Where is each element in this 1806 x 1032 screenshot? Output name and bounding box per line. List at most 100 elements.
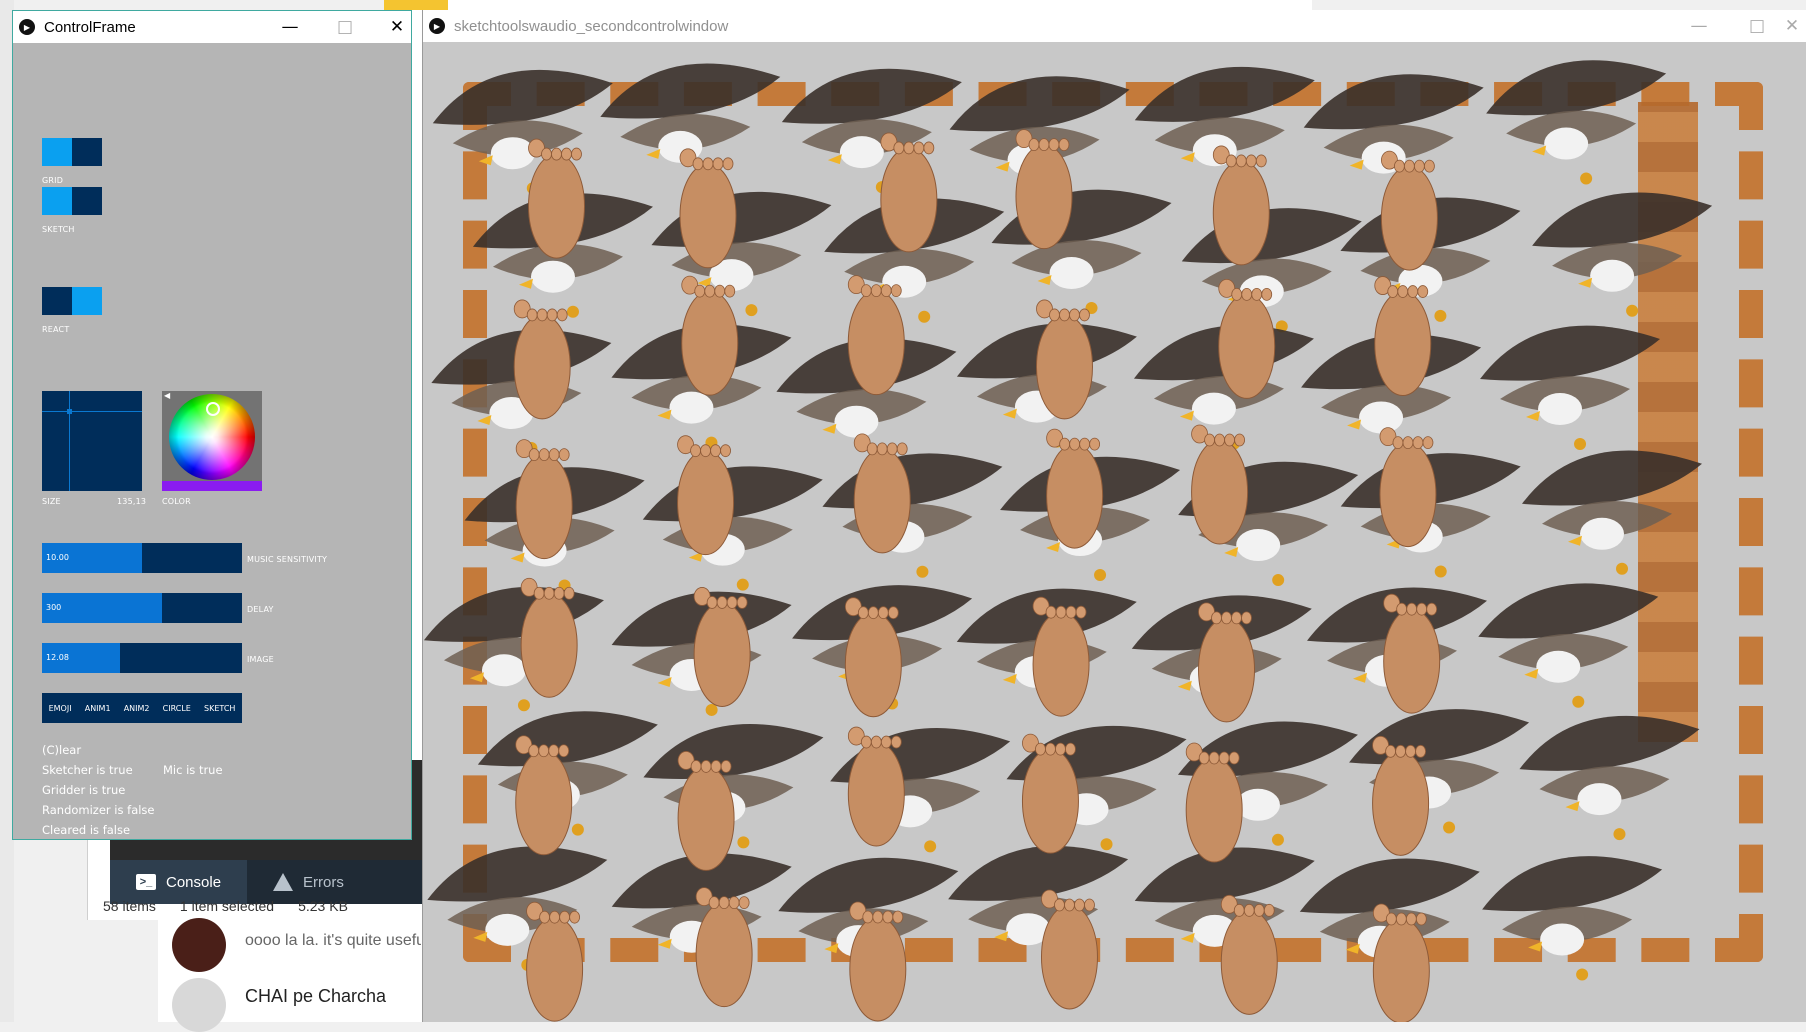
- foot-emoji: [1040, 904, 1098, 1010]
- size-value: 135,13: [117, 497, 147, 506]
- foot-toe: [1211, 611, 1222, 625]
- foot-toe: [528, 744, 540, 758]
- foot-emoji: [1212, 160, 1270, 266]
- foot-toe: [536, 308, 548, 322]
- eagle-head: [1191, 392, 1236, 425]
- foot-toe: [1235, 154, 1247, 168]
- eagle-beak: [1568, 535, 1583, 546]
- foot-toe: [538, 744, 550, 758]
- mode-emoji[interactable]: EMOJI: [49, 704, 72, 713]
- chat-name[interactable]: CHAI pe Charcha: [245, 986, 386, 1007]
- toggle-on-half: [42, 138, 72, 166]
- mode-circle[interactable]: CIRCLE: [163, 704, 191, 713]
- foot-emoji: [520, 592, 578, 698]
- eagle-beak: [1345, 943, 1360, 954]
- eagle-talon: [1572, 695, 1585, 708]
- foot-toe: [913, 141, 925, 155]
- close-button[interactable]: ✕: [1768, 10, 1806, 42]
- color-selector-ring[interactable]: [206, 402, 220, 416]
- music-sensitivity-slider[interactable]: 10.00: [42, 543, 242, 573]
- foot-toe: [1069, 437, 1081, 451]
- foot-emoji: [679, 163, 737, 269]
- foot-toe: [1234, 433, 1245, 447]
- chat-message[interactable]: oooo la la. it's quite useful: [245, 932, 421, 950]
- grid-toggle[interactable]: [42, 138, 102, 166]
- avatar[interactable]: [172, 918, 226, 972]
- foot-toe: [1231, 287, 1243, 301]
- foot-toe: [1048, 138, 1060, 152]
- maximize-button[interactable]: □: [321, 11, 369, 43]
- foot-toe: [1424, 159, 1435, 173]
- size-label: SIZE: [42, 497, 61, 506]
- mode-anim1[interactable]: ANIM1: [85, 704, 111, 713]
- foot-emoji: [1046, 443, 1104, 549]
- foot-toe: [690, 444, 701, 458]
- foot-toe: [867, 606, 879, 620]
- foot-emoji: [677, 765, 735, 871]
- control-frame-titlebar[interactable]: ▶ ControlFrame — □ ✕: [13, 11, 411, 43]
- foot-toe: [1228, 751, 1240, 765]
- eagle-beak: [1526, 411, 1541, 422]
- foot-toe: [720, 760, 732, 773]
- color-picker[interactable]: ◀: [162, 391, 262, 491]
- eagle-head: [1536, 650, 1581, 683]
- foot-toe: [1412, 436, 1424, 449]
- react-toggle[interactable]: [42, 287, 102, 315]
- foot-toe: [876, 442, 888, 456]
- sketch-window-titlebar[interactable]: ▶ sketchtoolswaudio_secondcontrolwindow …: [423, 10, 1806, 42]
- foot-toe: [880, 735, 892, 749]
- size-pad[interactable]: [42, 391, 142, 491]
- eagle-beak: [824, 943, 839, 954]
- sketch-label: SKETCH: [42, 225, 75, 234]
- foot-toe: [1059, 437, 1071, 451]
- eagle-talon: [1616, 562, 1629, 575]
- pad-crosshair-h: [42, 411, 142, 412]
- terminal-icon: >_: [136, 874, 156, 890]
- eagle-beak: [1528, 941, 1543, 952]
- eagle-beak: [1349, 159, 1364, 170]
- foot-toe: [702, 157, 714, 171]
- sketch-toggle[interactable]: [42, 187, 102, 215]
- foot-toe: [738, 896, 750, 910]
- eagle-talon: [924, 840, 937, 853]
- eagle-wing: [600, 63, 781, 119]
- group-avatar[interactable]: [172, 978, 226, 1032]
- eagle-head: [481, 654, 526, 687]
- mode-sketch[interactable]: SKETCH: [204, 704, 235, 713]
- foot-toe: [1045, 605, 1057, 619]
- eagle-wing: [1522, 450, 1703, 506]
- foot-toe: [1214, 433, 1225, 447]
- foot-toe: [1251, 287, 1263, 301]
- close-button[interactable]: ✕: [373, 11, 421, 43]
- foot-toe: [866, 442, 878, 456]
- minimize-button[interactable]: —: [266, 11, 314, 43]
- foot-toe: [712, 157, 724, 171]
- pad-handle[interactable]: [67, 409, 72, 414]
- foot-toe: [563, 586, 575, 600]
- foot-toe: [558, 744, 570, 758]
- mode-selector[interactable]: EMOJI ANIM1 ANIM2 CIRCLE SKETCH: [42, 693, 242, 723]
- foot-toe: [1049, 308, 1060, 322]
- foot-toe: [1075, 605, 1087, 619]
- foot-emoji: [515, 750, 573, 856]
- foot-emoji: [1380, 165, 1438, 271]
- mode-anim2[interactable]: ANIM2: [124, 704, 150, 713]
- foot-toe: [1069, 308, 1080, 322]
- foot-emoji: [1218, 293, 1276, 399]
- eagle-beak: [1046, 542, 1061, 553]
- foot-toe: [526, 308, 538, 322]
- eagle-beak: [478, 155, 493, 166]
- delay-slider[interactable]: 300: [42, 593, 242, 623]
- image-slider[interactable]: 12.08: [42, 643, 242, 673]
- sketch-canvas[interactable]: [423, 42, 1806, 1022]
- processing-app-icon: ▶: [429, 18, 445, 34]
- toggle-on-half: [72, 287, 102, 315]
- minimize-button[interactable]: —: [1675, 10, 1723, 42]
- eagle-head: [839, 136, 884, 169]
- foot-toe: [1405, 744, 1416, 758]
- foot-toe: [1404, 159, 1415, 173]
- eagle-head: [1590, 259, 1635, 292]
- foot-toe: [1084, 898, 1095, 912]
- foot-toe: [1415, 744, 1426, 758]
- foot-toe: [1028, 138, 1040, 152]
